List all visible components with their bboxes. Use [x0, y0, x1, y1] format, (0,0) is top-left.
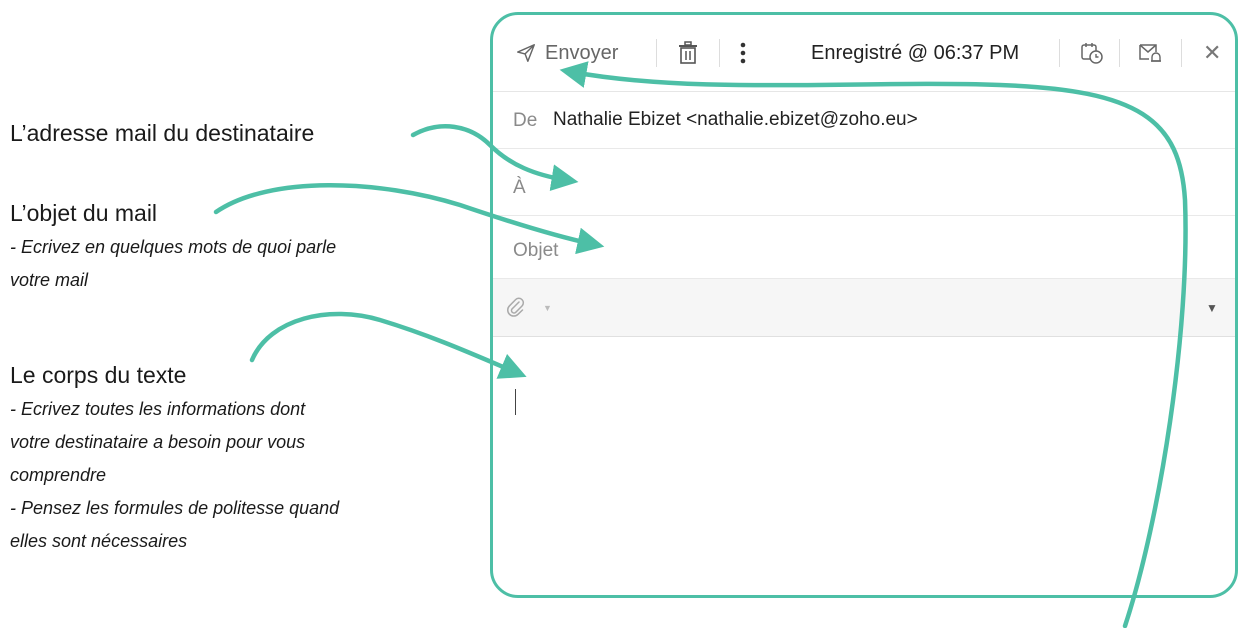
attach-options-chevron-icon[interactable]: ▼ — [543, 303, 552, 313]
attach-button[interactable] — [507, 296, 525, 323]
note-body: Le corps du texte - Ecrivez toutes les i… — [10, 362, 480, 558]
close-button[interactable]: ✕ — [1203, 15, 1221, 91]
reminder-icon — [1139, 44, 1161, 62]
more-vertical-icon — [740, 42, 746, 64]
note-body-line: comprendre — [10, 465, 107, 485]
note-recipient-title: L’adresse mail du destinataire — [10, 120, 315, 146]
saved-status: Enregistré @ 06:37 PM — [811, 41, 1020, 64]
to-field[interactable]: À — [493, 149, 1235, 216]
schedule-icon — [1081, 43, 1103, 64]
send-label: Envoyer — [545, 41, 619, 64]
from-row: De Nathalie Ebizet <nathalie.ebizet@zoho… — [493, 92, 1235, 149]
note-subject-title: L’objet du mail — [10, 200, 158, 226]
to-label: À — [513, 177, 526, 198]
note-body-line: votre destinataire a besoin pour vous — [10, 432, 306, 452]
note-body-line: elles sont nécessaires — [10, 531, 188, 551]
toolbar-divider — [656, 39, 657, 67]
delete-button[interactable] — [677, 15, 699, 91]
toolbar-divider — [1059, 39, 1060, 67]
note-body-line: - Pensez les formules de politesse quand — [10, 498, 340, 518]
note-subject-line: votre mail — [10, 270, 89, 290]
trash-icon — [679, 41, 697, 64]
text-cursor — [515, 389, 516, 415]
note-body-description: - Ecrivez toutes les informations dont v… — [10, 393, 480, 558]
note-body-title: Le corps du texte — [10, 362, 187, 388]
compose-toolbar: Envoyer Enregistré @ 06:37 PM ✕ — [493, 15, 1235, 92]
reminder-button[interactable] — [1138, 15, 1162, 91]
message-body-editor[interactable] — [493, 337, 1235, 595]
chevron-down-icon[interactable]: ▼ — [1206, 301, 1218, 315]
schedule-send-button[interactable] — [1080, 15, 1104, 91]
note-subject-description: - Ecrivez en quelques mots de quoi parle… — [10, 231, 480, 297]
toolbar-divider — [719, 39, 720, 67]
from-label: De — [513, 110, 538, 131]
send-button[interactable]: Envoyer — [515, 15, 618, 91]
attachment-bar: ▼ ▼ — [493, 279, 1235, 337]
note-subject: L’objet du mail - Ecrivez en quelques mo… — [10, 200, 480, 297]
paperclip-icon — [507, 297, 525, 317]
toolbar-divider — [1119, 39, 1120, 67]
from-value[interactable]: Nathalie Ebizet <nathalie.ebizet@zoho.eu… — [553, 109, 918, 131]
subject-field[interactable]: Objet — [493, 216, 1235, 279]
close-icon: ✕ — [1203, 40, 1222, 65]
compose-window: Envoyer Enregistré @ 06:37 PM ✕ De Natha… — [490, 12, 1238, 598]
subject-label: Objet — [513, 240, 559, 261]
note-subject-line: - Ecrivez en quelques mots de quoi parle — [10, 237, 337, 257]
note-recipient: L’adresse mail du destinataire — [10, 120, 314, 147]
send-icon — [517, 44, 535, 62]
note-body-line: - Ecrivez toutes les informations dont — [10, 399, 306, 419]
more-options-button[interactable] — [739, 15, 747, 91]
toolbar-divider — [1181, 39, 1182, 67]
